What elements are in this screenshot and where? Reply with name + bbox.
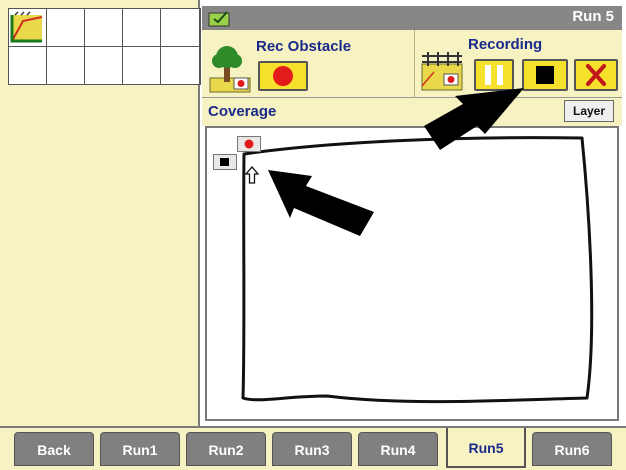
grid-cell[interactable] (47, 9, 85, 47)
tab-run4[interactable]: Run4 (358, 432, 438, 466)
tree-obstacle-icon (209, 46, 251, 93)
page-title: Run 5 (572, 8, 614, 25)
fence-boundary-icon (421, 52, 463, 91)
stop-recording-button[interactable] (522, 59, 568, 91)
grid-cell[interactable] (85, 47, 123, 85)
cancel-recording-button[interactable] (574, 59, 618, 91)
tab-bar: Back Run1 Run2 Run3 Run4 Run5 Run6 (0, 426, 626, 470)
coverage-bar: Coverage Layer (202, 98, 622, 126)
tab-run6[interactable]: Run6 (532, 432, 612, 466)
grid-cell[interactable] (47, 47, 85, 85)
stop-icon (536, 66, 554, 84)
display-indicator-icon (208, 11, 230, 27)
field-boundary-drawing (241, 136, 594, 404)
up-arrow-icon (245, 166, 259, 184)
tab-run1[interactable]: Run1 (100, 432, 180, 466)
back-tab[interactable]: Back (14, 432, 94, 466)
layer-button[interactable]: Layer (564, 100, 614, 122)
control-panel: Rec Obstacle Recording (202, 30, 622, 98)
divider (414, 30, 415, 98)
pause-icon (485, 65, 503, 85)
grid-cell[interactable] (85, 9, 123, 47)
tab-run5[interactable]: Run5 (446, 428, 526, 468)
recording-label: Recording (468, 36, 543, 53)
red-x-icon (586, 64, 606, 86)
grid-cell[interactable] (123, 47, 161, 85)
coverage-map[interactable] (205, 126, 619, 421)
obstacle-label: Rec Obstacle (256, 38, 352, 55)
grid-cell[interactable] (123, 9, 161, 47)
tab-run3[interactable]: Run3 (272, 432, 352, 466)
grid-cell-field-icon[interactable] (9, 9, 47, 47)
grid-cell[interactable] (161, 47, 200, 85)
grid-cell[interactable] (9, 47, 47, 85)
field-map-icon (10, 11, 43, 43)
field-grid[interactable] (8, 8, 201, 85)
stop-icon (213, 154, 237, 170)
red-record-icon (237, 136, 261, 152)
left-panel (0, 0, 201, 426)
pause-recording-button[interactable] (474, 59, 514, 91)
title-bar: Run 5 (202, 6, 622, 30)
tab-run2[interactable]: Run2 (186, 432, 266, 466)
red-record-icon (273, 66, 293, 86)
grid-cell[interactable] (161, 9, 200, 47)
coverage-label: Coverage (208, 103, 277, 120)
record-obstacle-button[interactable] (258, 61, 308, 91)
